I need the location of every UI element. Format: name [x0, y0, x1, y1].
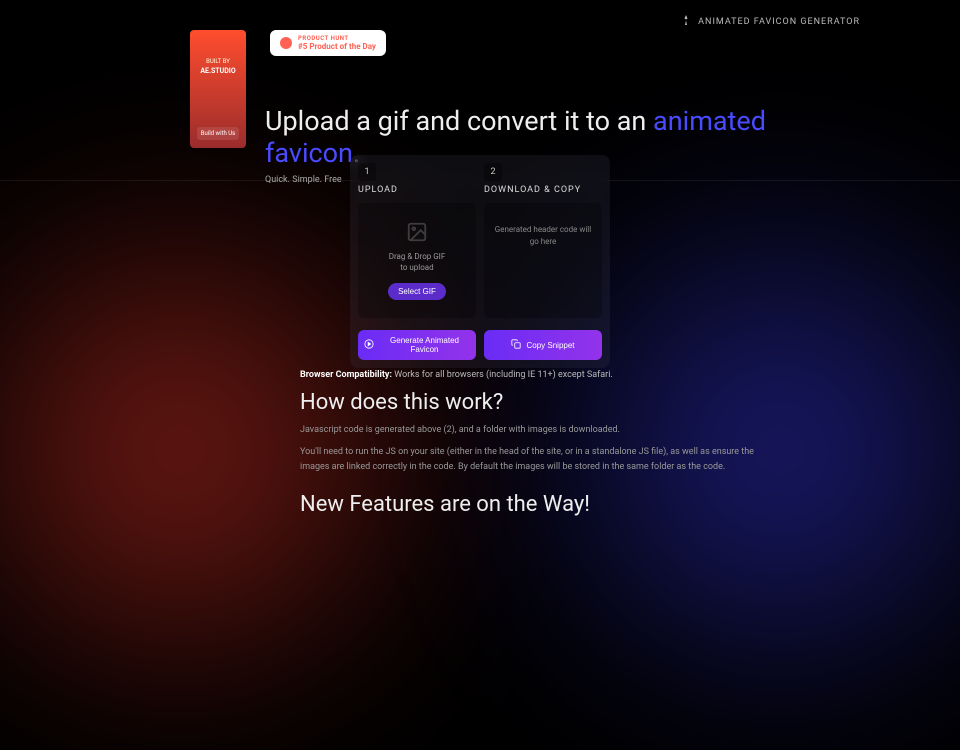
generate-favicon-button[interactable]: Generate Animated Favicon — [358, 330, 476, 360]
brand-name: ANIMATED FAVICON GENERATOR — [698, 17, 860, 27]
step-1-title: UPLOAD — [358, 185, 476, 195]
browser-compat: Browser Compatibility: Works for all bro… — [300, 370, 760, 380]
build-with-us-button[interactable]: Build with Us — [197, 127, 240, 140]
info-paragraph-2: You'll need to run the JS on your site (… — [300, 445, 760, 474]
upload-column: 1 UPLOAD Drag & Drop GIF to upload Selec… — [358, 163, 476, 318]
copy-icon — [511, 339, 521, 351]
select-gif-button[interactable]: Select GIF — [388, 283, 446, 300]
drop-hint-line1: Drag & Drop GIF — [389, 251, 446, 262]
gif-dropzone[interactable]: Drag & Drop GIF to upload Select GIF — [358, 203, 476, 318]
built-by-label: BUILT BY — [206, 58, 230, 65]
info-section: Browser Compatibility: Works for all bro… — [300, 370, 760, 517]
code-output-box: Generated header code will go here — [484, 203, 602, 318]
drop-hint-line2: to upload — [389, 262, 446, 273]
step-2-number: 2 — [484, 163, 502, 181]
studio-name: AE.STUDIO — [200, 67, 235, 75]
ph-rank: #5 Product of the Day — [298, 42, 376, 51]
ae-studio-widget[interactable]: BUILT BY AE.STUDIO Build with Us — [190, 30, 246, 148]
ph-label: PRODUCT HUNT — [298, 35, 376, 42]
rocket-icon — [680, 14, 692, 29]
converter-panel: 1 UPLOAD Drag & Drop GIF to upload Selec… — [350, 155, 610, 368]
step-2-title: DOWNLOAD & COPY — [484, 185, 602, 195]
new-features-heading: New Features are on the Way! — [300, 492, 760, 517]
step-1-number: 1 — [358, 163, 376, 181]
download-column: 2 DOWNLOAD & COPY Generated header code … — [484, 163, 602, 318]
product-hunt-badge[interactable]: PRODUCT HUNT #5 Product of the Day — [270, 30, 386, 56]
medal-icon — [280, 37, 292, 49]
how-it-works-heading: How does this work? — [300, 390, 760, 415]
code-placeholder: Generated header code will go here — [492, 224, 594, 246]
copy-snippet-button[interactable]: Copy Snippet — [484, 330, 602, 360]
play-circle-icon — [364, 339, 374, 351]
brand-header: ANIMATED FAVICON GENERATOR — [680, 14, 860, 29]
image-icon — [406, 221, 428, 251]
info-paragraph-1: Javascript code is generated above (2), … — [300, 423, 760, 437]
